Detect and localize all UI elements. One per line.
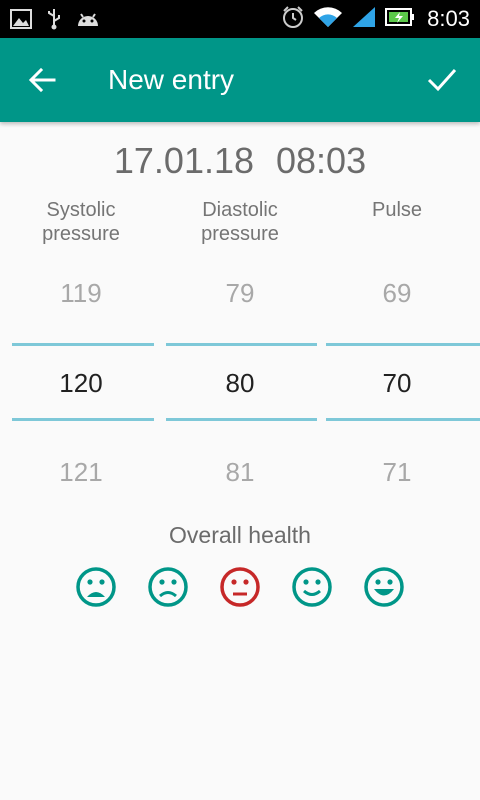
sad-face-icon[interactable] — [147, 566, 189, 608]
image-icon — [10, 9, 32, 34]
smile-face-icon[interactable] — [291, 566, 333, 608]
entry-datetime: 17.01.18 08:03 — [0, 140, 480, 182]
health-rating — [75, 566, 415, 610]
systolic-prev-value[interactable]: 119 — [6, 278, 156, 309]
diastolic-picker[interactable]: 79 80 81 — [165, 198, 317, 487]
systolic-next-value[interactable]: 121 — [6, 457, 156, 488]
picker-divider-bottom — [12, 418, 154, 421]
overall-health-label: Overall health — [169, 522, 311, 548]
diastolic-next-value[interactable]: 81 — [165, 457, 315, 488]
usb-icon — [46, 8, 62, 35]
systolic-picker[interactable]: 119 120 121 — [6, 198, 156, 487]
picker-divider-bottom — [166, 418, 317, 421]
pulse-prev-value[interactable]: 69 — [322, 278, 472, 309]
neutral-face-icon[interactable] — [219, 566, 261, 608]
pulse-current-value[interactable]: 70 — [322, 368, 472, 399]
diastolic-current-value[interactable]: 80 — [165, 368, 315, 399]
back-button[interactable] — [22, 60, 62, 100]
date-field[interactable]: 17.01.18 — [114, 140, 254, 181]
pulse-picker[interactable]: 69 70 71 — [322, 198, 480, 487]
alarm-icon — [281, 5, 305, 34]
page-title: New entry — [108, 64, 235, 95]
status-bar: 8:03 — [0, 0, 480, 38]
diastolic-prev-value[interactable]: 79 — [165, 278, 315, 309]
save-button[interactable] — [422, 60, 462, 100]
time-field[interactable]: 08:03 — [276, 140, 366, 181]
check-icon — [427, 68, 457, 92]
android-icon — [76, 10, 100, 33]
happy-face-icon[interactable] — [363, 566, 405, 608]
systolic-current-value[interactable]: 120 — [6, 368, 156, 399]
picker-divider-top — [326, 343, 480, 346]
very-sad-face-icon[interactable] — [75, 566, 117, 608]
signal-icon — [351, 5, 377, 34]
picker-divider-bottom — [326, 418, 480, 421]
battery-charging-icon — [385, 7, 415, 31]
arrow-back-icon — [28, 67, 56, 93]
pulse-next-value[interactable]: 71 — [322, 457, 472, 488]
app-bar: New entry — [0, 38, 480, 122]
picker-divider-top — [12, 343, 154, 346]
clock-time: 8:03 — [427, 6, 470, 31]
picker-divider-top — [166, 343, 317, 346]
wifi-icon — [313, 5, 343, 34]
